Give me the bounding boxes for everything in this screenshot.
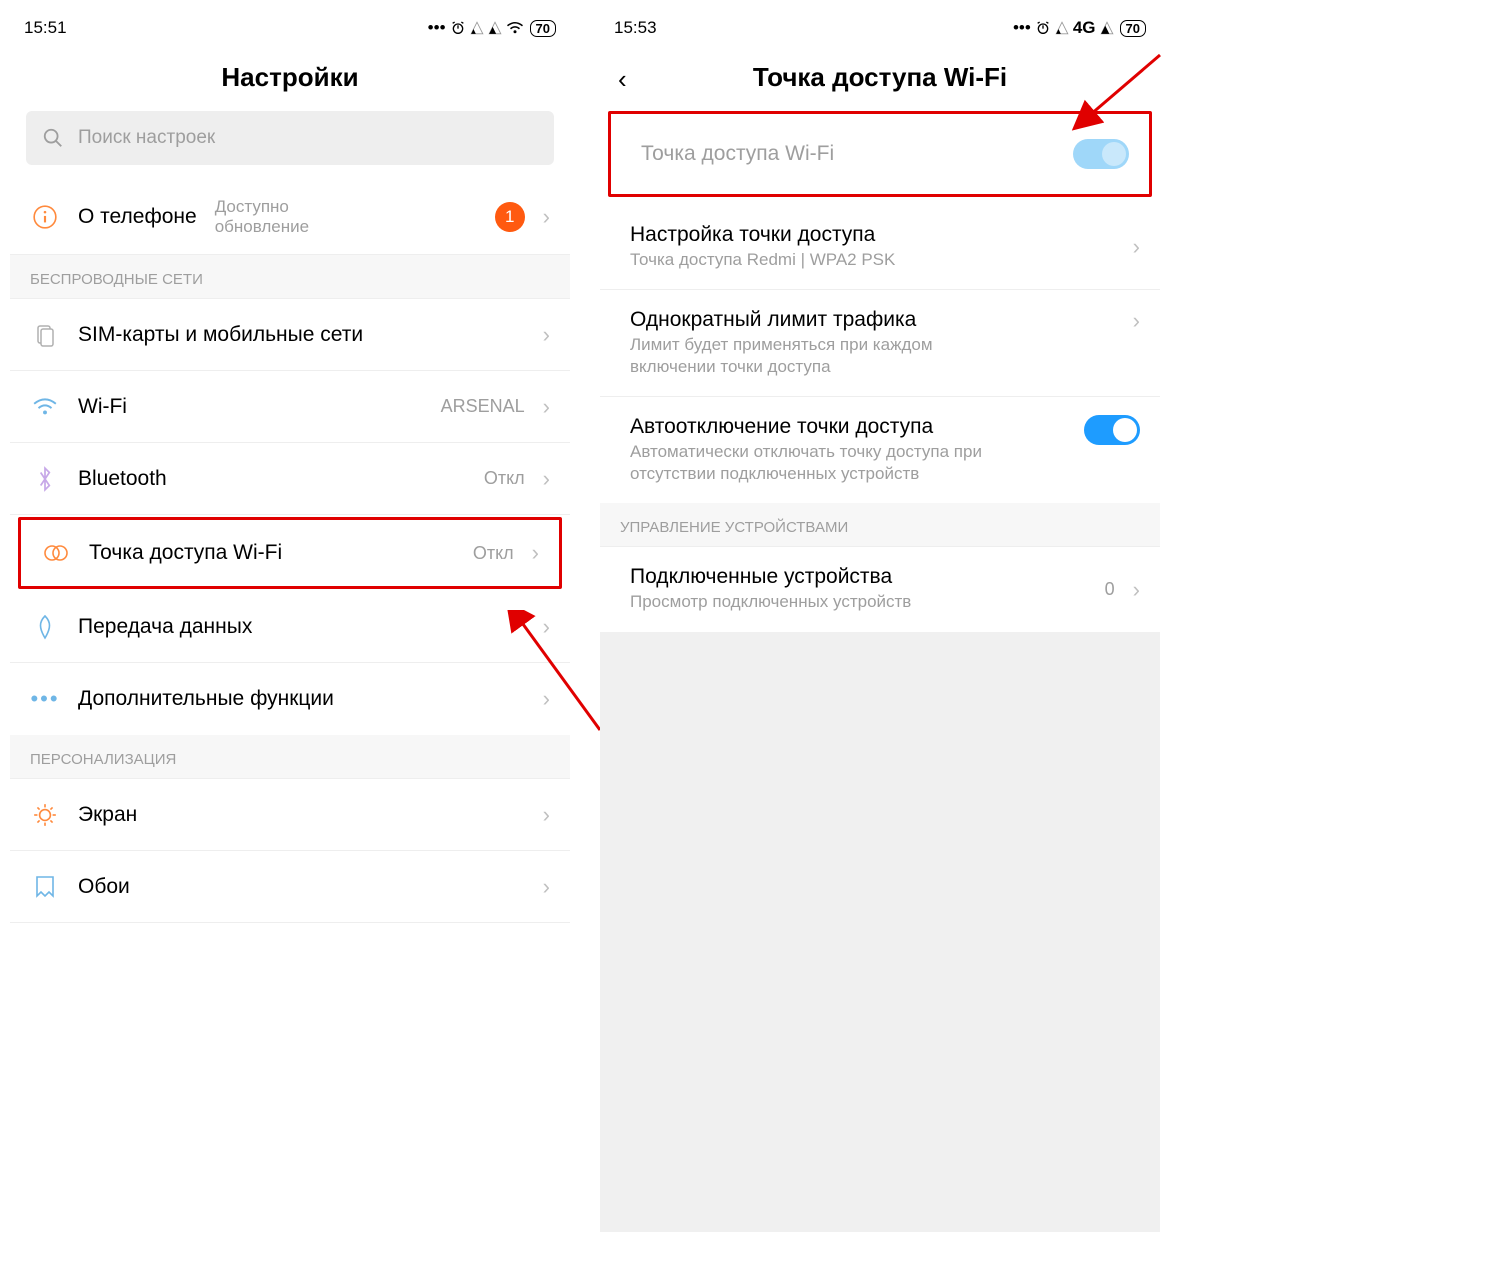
connected-devices-row[interactable]: Подключенные устройства Просмотр подключ… — [600, 547, 1160, 631]
more-icon: ••• — [30, 684, 60, 714]
section-devices: УПРАВЛЕНИЕ УСТРОЙСТВАМИ — [600, 503, 1160, 547]
bluetooth-icon — [30, 464, 60, 494]
hotspot-label: Точка доступа Wi-Fi — [89, 541, 282, 564]
limit-label: Однократный лимит трафика — [630, 308, 1115, 332]
wifi-icon — [30, 392, 60, 422]
wifi-value: ARSENAL — [441, 396, 525, 417]
setup-label: Настройка точки доступа — [630, 223, 1115, 247]
network-type: 4G — [1073, 18, 1096, 38]
data-usage-row[interactable]: Передача данных › — [10, 591, 570, 663]
connected-label: Подключенные устройства — [630, 565, 1087, 589]
signal-icon — [470, 21, 484, 35]
search-icon — [42, 127, 64, 149]
hotspot-setup-row[interactable]: Настройка точки доступа Точка доступа Re… — [600, 205, 1160, 290]
wifi-row[interactable]: Wi-Fi ARSENAL › — [10, 371, 570, 443]
display-label: Экран — [78, 803, 137, 826]
status-icons: ••• — [428, 18, 524, 38]
hotspot-toggle[interactable] — [1073, 139, 1129, 169]
wallpaper-icon — [30, 872, 60, 902]
chevron-right-icon: › — [543, 394, 550, 420]
chevron-right-icon: › — [543, 204, 550, 230]
auto-off-row[interactable]: Автоотключение точки доступа Автоматичес… — [600, 397, 1160, 503]
about-phone-row[interactable]: О телефоне Доступно обновление 1 › — [10, 179, 570, 255]
chevron-right-icon: › — [1133, 577, 1140, 603]
connected-count: 0 — [1105, 579, 1115, 600]
chevron-right-icon: › — [1133, 234, 1140, 260]
wifi-label: Wi-Fi — [78, 395, 127, 418]
chevron-right-icon: › — [1133, 308, 1140, 334]
search-input[interactable]: Поиск настроек — [26, 111, 554, 165]
section-wireless: БЕСПРОВОДНЫЕ СЕТИ — [10, 255, 570, 299]
chevron-right-icon: › — [543, 686, 550, 712]
hotspot-icon — [41, 538, 71, 568]
section-personalization: ПЕРСОНАЛИЗАЦИЯ — [10, 735, 570, 779]
search-placeholder: Поиск настроек — [78, 127, 215, 149]
page-title: Настройки — [10, 62, 570, 93]
page-header: ‹ Точка доступа Wi-Fi — [600, 46, 1160, 111]
brightness-icon — [30, 800, 60, 830]
page-title: Точка доступа Wi-Fi — [600, 62, 1160, 93]
hotspot-row[interactable]: Точка доступа Wi-Fi Откл › — [18, 517, 562, 589]
bluetooth-row[interactable]: Bluetooth Откл › — [10, 443, 570, 515]
about-label: О телефоне — [78, 205, 197, 229]
chevron-right-icon: › — [543, 802, 550, 828]
status-bar: 15:53 ••• 4G 70 — [600, 10, 1160, 46]
data-icon — [30, 612, 60, 642]
setup-sub: Точка доступа Redmi | WPA2 PSK — [630, 249, 1115, 271]
update-badge: 1 — [495, 202, 525, 232]
wifi-icon — [506, 21, 524, 35]
auto-off-sub: Автоматически отключать точку доступа пр… — [630, 441, 1010, 485]
auto-off-label: Автоотключение точки доступа — [630, 415, 1066, 439]
chevron-right-icon: › — [543, 614, 550, 640]
wallpaper-label: Обои — [78, 875, 130, 898]
sim-icon — [30, 320, 60, 350]
more-label: Дополнительные функции — [78, 687, 334, 710]
alarm-icon — [450, 20, 466, 36]
wallpaper-row[interactable]: Обои › — [10, 851, 570, 923]
display-row[interactable]: Экран › — [10, 779, 570, 851]
status-icons: ••• 4G — [1013, 18, 1114, 38]
limit-sub: Лимит будет применяться при каждом включ… — [630, 334, 1010, 378]
data-limit-row[interactable]: Однократный лимит трафика Лимит будет пр… — [600, 290, 1160, 397]
signal-icon-2 — [1100, 21, 1114, 35]
hotspot-value: Откл — [473, 543, 514, 564]
battery-level: 70 — [1120, 20, 1146, 37]
chevron-right-icon: › — [543, 466, 550, 492]
sim-row[interactable]: SIM-карты и мобильные сети › — [10, 299, 570, 371]
auto-off-toggle[interactable] — [1084, 415, 1140, 445]
chevron-right-icon: › — [532, 540, 539, 566]
status-bar: 15:51 ••• 70 — [10, 10, 570, 46]
page-header: Настройки — [10, 46, 570, 111]
bluetooth-value: Откл — [484, 468, 525, 489]
update-available: Доступно обновление — [215, 197, 309, 236]
connected-sub: Просмотр подключенных устройств — [630, 591, 1087, 613]
back-button[interactable]: ‹ — [618, 64, 627, 95]
battery-level: 70 — [530, 20, 556, 37]
status-time: 15:53 — [614, 18, 657, 38]
more-row[interactable]: ••• Дополнительные функции › — [10, 663, 570, 735]
info-icon — [30, 202, 60, 232]
settings-screen: 15:51 ••• 70 Настройки Поиск настроек О … — [10, 10, 570, 1270]
chevron-right-icon: › — [543, 322, 550, 348]
alarm-icon — [1035, 20, 1051, 36]
signal-icon-2 — [488, 21, 502, 35]
bluetooth-label: Bluetooth — [78, 467, 167, 490]
chevron-right-icon: › — [543, 874, 550, 900]
toggle-label: Точка доступа Wi-Fi — [641, 142, 834, 165]
hotspot-screen: 15:53 ••• 4G 70 ‹ Точка доступа Wi-Fi То… — [600, 10, 1160, 1270]
status-time: 15:51 — [24, 18, 67, 38]
hotspot-toggle-row[interactable]: Точка доступа Wi-Fi — [608, 111, 1152, 197]
data-label: Передача данных — [78, 615, 252, 638]
signal-icon — [1055, 21, 1069, 35]
sim-label: SIM-карты и мобильные сети — [78, 323, 363, 346]
